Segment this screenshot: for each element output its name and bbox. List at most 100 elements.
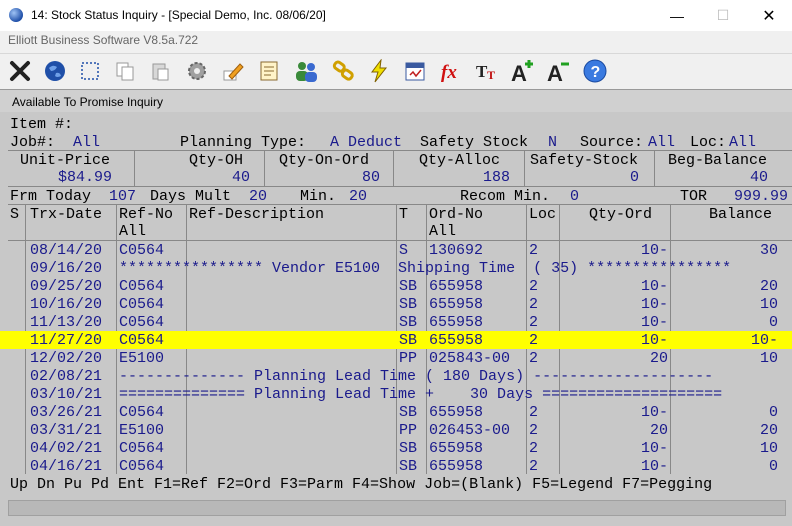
calendar-icon[interactable]: [401, 57, 429, 85]
row-ref-no[interactable]: E5100: [119, 350, 164, 368]
minimize-button[interactable]: —: [654, 0, 700, 31]
row-ref-no[interactable]: C0564: [119, 296, 164, 314]
maximize-button[interactable]: ☐: [700, 0, 746, 31]
row-trx-date[interactable]: 03/10/21: [30, 386, 102, 404]
row-ord-no[interactable]: 130692: [429, 242, 483, 260]
row-ref-no[interactable]: C0564: [119, 440, 164, 458]
exit-icon[interactable]: [6, 57, 34, 85]
row-balance[interactable]: 30: [760, 242, 778, 260]
row-balance[interactable]: 10: [760, 296, 778, 314]
row-trx-date[interactable]: 04/16/21: [30, 458, 102, 476]
row-trx-date[interactable]: 08/14/20: [30, 242, 102, 260]
row-ord-no[interactable]: 655958: [429, 458, 483, 476]
row-ref-no[interactable]: E5100: [119, 422, 164, 440]
row-qty-ord[interactable]: 10-: [641, 296, 668, 314]
settings-icon[interactable]: [183, 57, 211, 85]
row-qty-ord[interactable]: 10-: [641, 404, 668, 422]
row-ord-no[interactable]: 655958: [429, 440, 483, 458]
row-balance[interactable]: 10: [760, 350, 778, 368]
help-icon[interactable]: ?: [581, 57, 609, 85]
row-message[interactable]: -------------- Planning Lead Time ( 180 …: [119, 368, 713, 386]
row-type[interactable]: PP: [399, 422, 417, 440]
row-ord-no[interactable]: 655958: [429, 296, 483, 314]
col-header-qty-ord[interactable]: Qty-Ord: [589, 206, 652, 224]
link-icon[interactable]: [329, 57, 357, 85]
row-ord-no[interactable]: 655958: [429, 278, 483, 296]
row-loc[interactable]: 2: [529, 278, 538, 296]
row-qty-ord[interactable]: 10-: [641, 278, 668, 296]
row-balance[interactable]: 20: [760, 278, 778, 296]
row-loc[interactable]: 2: [529, 314, 538, 332]
lightning-icon[interactable]: [365, 57, 393, 85]
row-balance[interactable]: 0: [769, 458, 778, 476]
row-message[interactable]: **************** Vendor E5100 Shipping T…: [119, 260, 731, 278]
row-loc[interactable]: 2: [529, 332, 538, 350]
users-icon[interactable]: [292, 57, 320, 85]
row-trx-date[interactable]: 09/25/20: [30, 278, 102, 296]
row-qty-ord[interactable]: 10-: [641, 242, 668, 260]
row-ord-no[interactable]: 655958: [429, 332, 483, 350]
fx-icon[interactable]: fx: [438, 57, 466, 85]
row-qty-ord[interactable]: 10-: [641, 314, 668, 332]
row-qty-ord[interactable]: 20: [650, 422, 668, 440]
row-balance[interactable]: 0: [769, 314, 778, 332]
ord-no-filter[interactable]: All: [429, 223, 456, 241]
paste-icon[interactable]: [146, 57, 174, 85]
row-trx-date[interactable]: 02/08/21: [30, 368, 102, 386]
col-header-ref-no[interactable]: Ref-No: [119, 206, 173, 224]
select-icon[interactable]: [76, 57, 104, 85]
row-ord-no[interactable]: 655958: [429, 314, 483, 332]
row-loc[interactable]: 2: [529, 440, 538, 458]
col-header-ord-no[interactable]: Ord-No: [429, 206, 483, 224]
row-trx-date[interactable]: 09/16/20: [30, 260, 102, 278]
row-qty-ord[interactable]: 10-: [641, 332, 668, 350]
row-loc[interactable]: 2: [529, 458, 538, 476]
row-loc[interactable]: 2: [529, 242, 538, 260]
row-ref-no[interactable]: C0564: [119, 332, 164, 350]
row-trx-date[interactable]: 04/02/21: [30, 440, 102, 458]
row-ord-no[interactable]: 026453-00: [429, 422, 510, 440]
row-qty-ord[interactable]: 20: [650, 350, 668, 368]
row-trx-date[interactable]: 10/16/20: [30, 296, 102, 314]
row-type[interactable]: SB: [399, 404, 417, 422]
row-type[interactable]: PP: [399, 350, 417, 368]
row-loc[interactable]: 2: [529, 350, 538, 368]
row-ord-no[interactable]: 655958: [429, 404, 483, 422]
row-balance[interactable]: 0: [769, 404, 778, 422]
row-trx-date[interactable]: 03/26/21: [30, 404, 102, 422]
col-header-balance[interactable]: Balance: [709, 206, 772, 224]
row-trx-date[interactable]: 11/27/20: [30, 332, 102, 350]
row-loc[interactable]: 2: [529, 404, 538, 422]
row-message[interactable]: ============== Planning Lead Time + 30 D…: [119, 386, 722, 404]
row-balance[interactable]: 10: [760, 440, 778, 458]
col-header-trx-date[interactable]: Trx-Date: [30, 206, 102, 224]
row-type[interactable]: SB: [399, 278, 417, 296]
row-ref-no[interactable]: C0564: [119, 242, 164, 260]
row-loc[interactable]: 2: [529, 296, 538, 314]
col-header-t[interactable]: T: [399, 206, 408, 224]
font-size-icon[interactable]: TT: [474, 57, 502, 85]
row-balance[interactable]: 20: [760, 422, 778, 440]
ref-no-filter[interactable]: All: [119, 223, 146, 241]
row-balance[interactable]: 10-: [751, 332, 778, 350]
row-ref-no[interactable]: C0564: [119, 458, 164, 476]
row-type[interactable]: SB: [399, 296, 417, 314]
row-type[interactable]: SB: [399, 440, 417, 458]
row-qty-ord[interactable]: 10-: [641, 440, 668, 458]
row-ref-no[interactable]: C0564: [119, 314, 164, 332]
row-type[interactable]: SB: [399, 458, 417, 476]
notes-icon[interactable]: [255, 57, 283, 85]
row-loc[interactable]: 2: [529, 422, 538, 440]
font-decrease-icon[interactable]: A: [545, 57, 573, 85]
font-increase-icon[interactable]: A: [509, 57, 537, 85]
col-header-loc[interactable]: Loc: [529, 206, 556, 224]
row-ord-no[interactable]: 025843-00: [429, 350, 510, 368]
close-button[interactable]: ✕: [746, 0, 792, 31]
row-qty-ord[interactable]: 10-: [641, 458, 668, 476]
row-type[interactable]: SB: [399, 314, 417, 332]
row-trx-date[interactable]: 11/13/20: [30, 314, 102, 332]
row-ref-no[interactable]: C0564: [119, 278, 164, 296]
globe-icon[interactable]: [41, 57, 69, 85]
edit-icon[interactable]: [219, 57, 247, 85]
row-type[interactable]: SB: [399, 332, 417, 350]
